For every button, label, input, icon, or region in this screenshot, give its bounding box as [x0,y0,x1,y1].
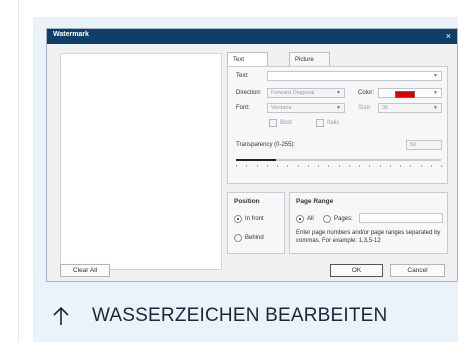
radio-in-front[interactable] [234,215,242,223]
dialog-title: Watermark [53,31,89,38]
slider-tick [236,165,237,167]
ok-button[interactable]: OK [330,264,383,277]
arrow-up-icon [53,306,69,325]
pages-label: Pages: [334,216,353,222]
behind-label: Behind [245,235,264,241]
page-range-hint: Enter page numbers and/or page ranges se… [296,230,441,244]
slider-tick [430,165,432,167]
slider-tick [389,165,391,167]
close-icon[interactable]: × [446,30,451,42]
slider-tick [287,165,289,167]
slider-tick [379,165,381,167]
chevron-down-icon: ▼ [336,90,341,96]
position-title: Position [234,198,260,205]
transparency-label: Transparency (0-255): [236,142,296,148]
slider-tick [297,165,299,167]
size-label: Size: [358,105,372,111]
dialog-titlebar: Watermark × [47,29,457,44]
direction-select[interactable]: Forward Diagonal ▼ [267,88,345,98]
slider-tick [256,165,258,167]
slider-tick [277,165,278,167]
color-swatch [395,91,415,98]
bold-checkbox[interactable] [269,119,277,127]
font-select[interactable]: Verdana ▼ [267,103,345,113]
radio-behind[interactable] [234,234,242,242]
slider-tick [307,165,309,167]
chevron-down-icon: ▼ [433,105,438,111]
radio-pages[interactable] [323,215,331,223]
in-front-label: In front [245,216,264,222]
radio-all-pages[interactable] [296,215,304,223]
all-label: All [307,216,314,222]
tab-picture-watermark[interactable]: Picture Watermark [289,52,331,77]
slider-tick [348,165,350,167]
clear-all-button[interactable]: Clear All [60,264,110,277]
cancel-button[interactable]: Cancel [390,264,445,277]
transparency-slider-fill [236,159,277,161]
slider-tick [369,165,371,167]
caption-text: WASSERZEICHEN BEARBEITEN [92,305,388,326]
transparency-input[interactable]: 50 [406,140,442,150]
slider-tick [266,165,268,167]
font-label: Font: [236,105,250,111]
slider-tick [338,165,340,167]
transparency-slider-ticks [236,165,442,167]
pages-input[interactable] [359,213,443,223]
italic-checkbox[interactable] [316,119,324,127]
watermark-dialog: Watermark × Text Watermark Picture Water… [46,28,458,282]
tab-text-watermark[interactable]: Text Watermark [227,52,269,77]
color-picker[interactable]: ▼ [378,88,442,98]
position-group: Position In front Behind [227,192,285,254]
text-watermark-panel: Text: ▼ Direction: Forward Diagonal ▼ Co… [227,66,448,184]
slider-tick [318,165,319,167]
page-divider [18,0,19,342]
direction-label: Direction: [236,90,262,96]
chevron-down-icon: ▼ [433,90,438,96]
page-range-group: Page Range All Pages: Enter page numbers… [289,192,448,254]
text-input[interactable]: ▼ [267,71,442,81]
slider-tick [328,165,330,167]
text-label: Text: [236,73,249,79]
slider-tick [410,165,412,167]
slider-tick [420,165,422,167]
bold-label: Bold [280,120,293,126]
watermark-preview [60,53,222,270]
page-range-title: Page Range [296,198,334,205]
slider-tick [441,165,442,167]
chevron-down-icon[interactable]: ▼ [433,72,438,80]
slider-tick [359,165,360,167]
chevron-down-icon: ▼ [336,105,341,111]
color-label: Color: [358,90,375,96]
italic-label: Italic [327,120,340,126]
slider-tick [400,165,401,167]
size-select[interactable]: 36 ▼ [378,103,442,113]
slider-tick [246,165,248,167]
